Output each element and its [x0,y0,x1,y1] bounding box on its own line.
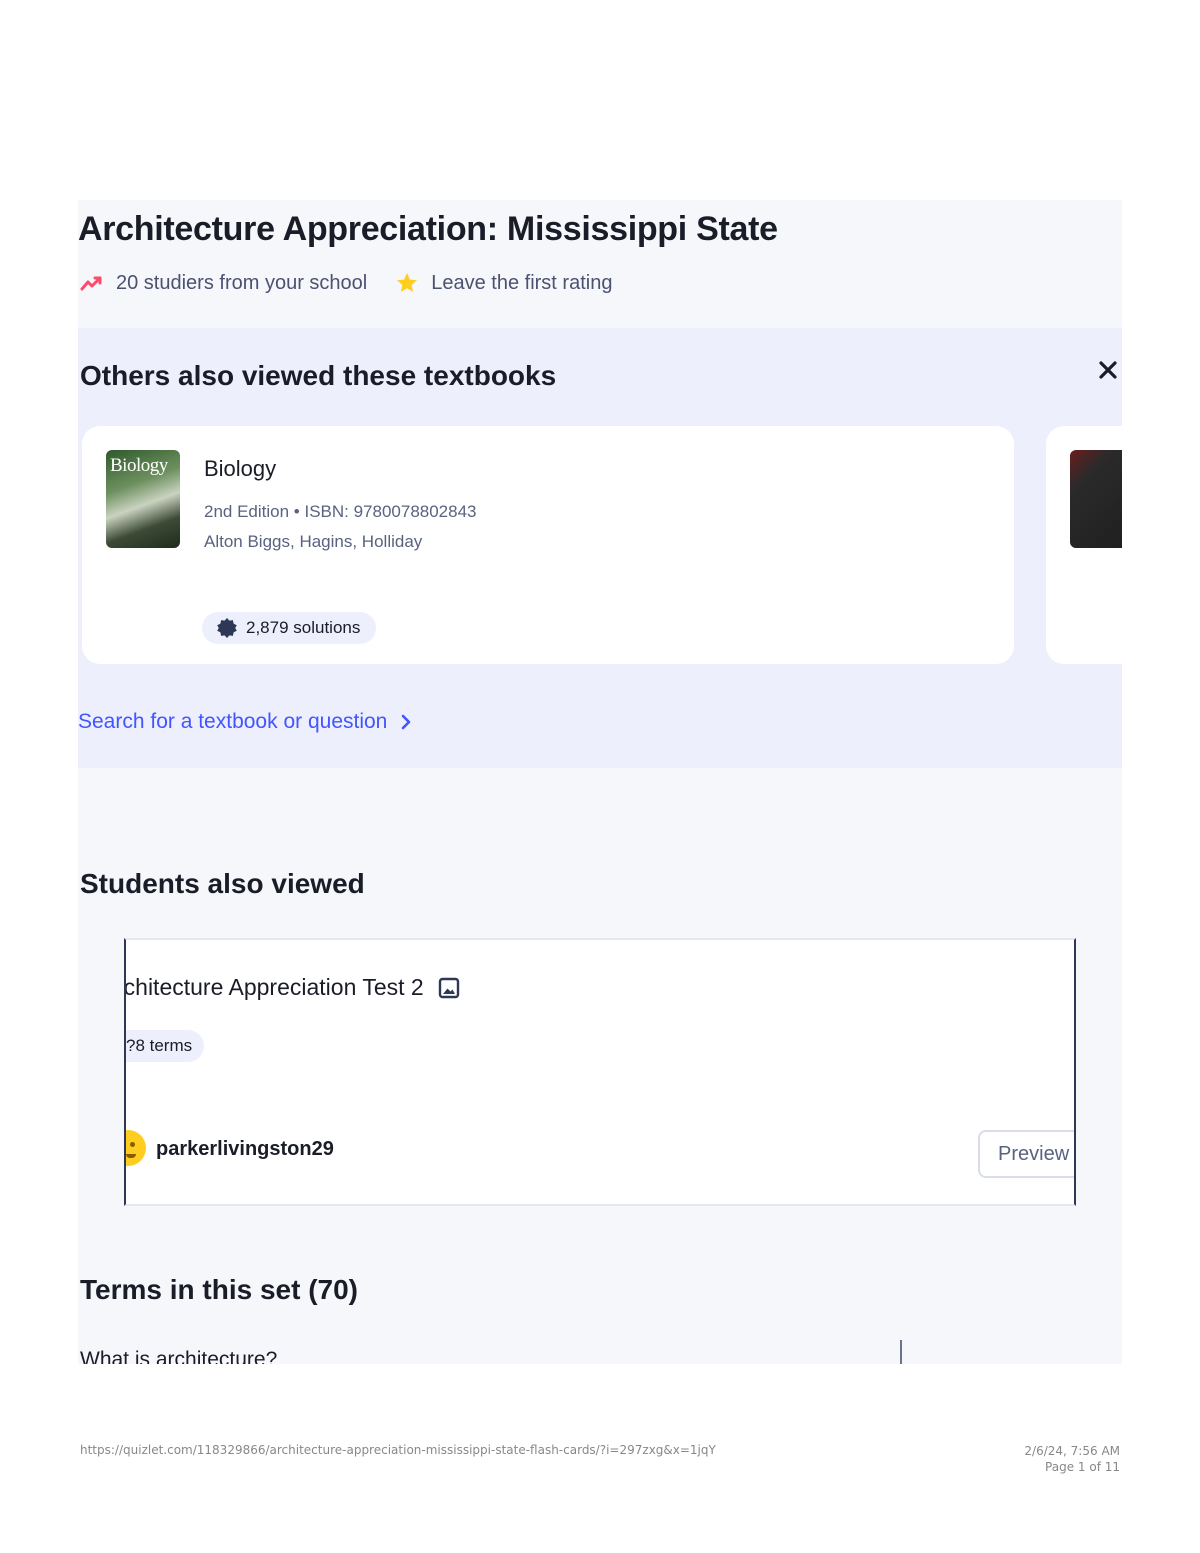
star-icon [397,273,418,292]
trending-up-icon [80,276,102,291]
textbook-edition: 2nd Edition • ISBN: 9780078802843 [204,502,477,521]
terms-count: ?8 terms [126,1036,193,1055]
footer-datetime: 2/6/24, 7:56 AM [1024,1444,1120,1458]
avatar [126,1130,146,1166]
username[interactable]: parkerlivingston29 [156,1138,334,1161]
solutions-badge: 2,879 solutions [202,612,377,644]
set-meta: 20 studiers from your school Leave the f… [80,270,612,296]
term-question: What is architecture? [80,1348,278,1364]
students-also-viewed-title: Students also viewed [80,868,365,899]
close-icon[interactable] [1096,358,1120,382]
terms-count-badge: ?8 terms [126,1030,205,1062]
textbook-authors: Alton Biggs, Hagins, Holliday [204,532,423,551]
textbooks-section-title: Others also viewed these textbooks [80,360,557,391]
page-title: Architecture Appreciation: Mississippi S… [78,210,778,248]
preview-button[interactable]: Preview [978,1130,1074,1178]
search-textbook-link[interactable]: Search for a textbook or question [78,710,413,734]
footer-page-number: Page 1 of 11 [1045,1460,1120,1474]
textbook-card-partial[interactable] [1046,426,1122,664]
rating-label: Leave the first rating [431,271,613,294]
verified-badge-icon [217,618,237,638]
rating-link[interactable]: Leave the first rating [395,271,612,295]
textbooks-section: Others also viewed these textbooks Biolo… [78,328,1122,768]
studiers-info: 20 studiers from your school [80,272,367,295]
solutions-count: 2,879 solutions [246,618,361,637]
chevron-right-icon [402,714,411,730]
quizlet-page: Architecture Appreciation: Mississippi S… [78,200,1122,1364]
search-link-label: Search for a textbook or question [78,710,388,733]
footer-info: 2/6/24, 7:56 AM Page 1 of 11 [1024,1443,1120,1475]
study-set-title: rchitecture Appreciation Test 2 [124,974,460,1001]
textbook-cover [1070,450,1122,548]
footer-url: https://quizlet.com/118329866/architectu… [80,1443,716,1457]
study-set-title-text: rchitecture Appreciation Test 2 [124,974,424,1000]
textbook-name: Biology [204,456,277,481]
terms-section-title: Terms in this set (70) [80,1274,359,1305]
cover-title: Biology [110,455,168,476]
study-set-card[interactable]: rchitecture Appreciation Test 2 ?8 terms… [124,938,1076,1206]
studiers-count: 20 studiers from your school [116,271,368,294]
image-icon [438,977,459,998]
textbook-cover: Biology [106,450,180,548]
textbook-card[interactable]: Biology Biology 2nd Edition • ISBN: 9780… [82,426,1014,664]
term-divider [900,1340,902,1364]
